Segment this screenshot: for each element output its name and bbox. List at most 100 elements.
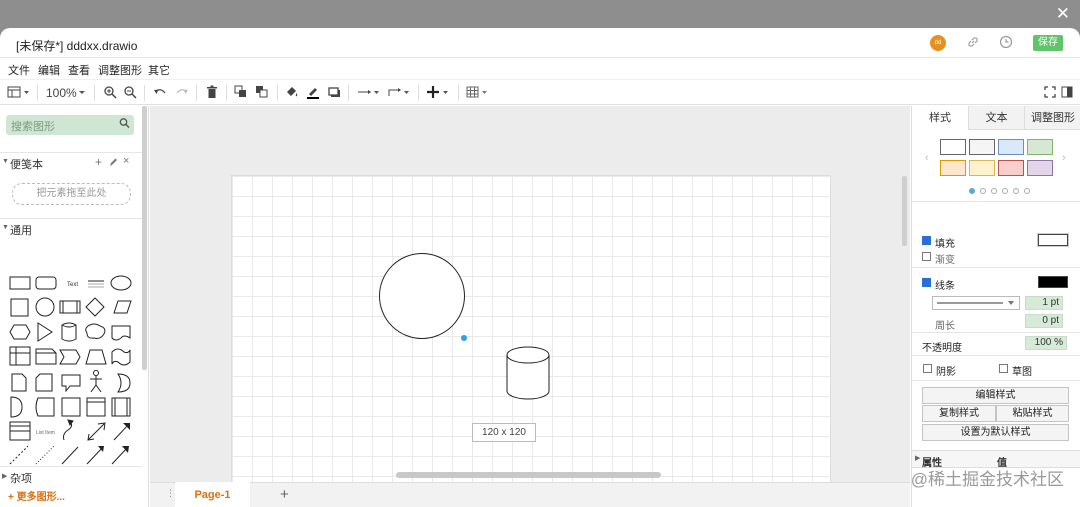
gradient-checkbox[interactable] (922, 252, 931, 261)
line-checkbox[interactable] (922, 278, 931, 287)
set-default-style-button[interactable]: 设置为默认样式 (922, 424, 1069, 441)
redo-icon[interactable] (174, 85, 190, 101)
swatch-page-dot[interactable] (991, 188, 997, 194)
canvas-area[interactable]: 120 x 120 (150, 106, 910, 507)
fill-color-swatch[interactable] (1037, 233, 1069, 247)
general-header[interactable]: ▼ 通用 (0, 218, 142, 238)
edit-pencil-icon[interactable] (109, 157, 118, 170)
opacity-input[interactable]: 100 % (1025, 336, 1067, 350)
more-shapes-link[interactable]: + 更多图形... (8, 488, 65, 503)
misc-header[interactable]: ▶ 杂项 (0, 466, 142, 486)
close-icon[interactable]: ✕ (1056, 4, 1070, 24)
connection-icon[interactable] (356, 85, 382, 101)
shadow-label: 阴影 (936, 367, 956, 378)
to-back-icon[interactable] (254, 85, 270, 101)
edit-style-button[interactable]: 编辑样式 (922, 387, 1069, 404)
style-swatch[interactable] (998, 139, 1024, 155)
prev-swatches-icon[interactable]: ‹ (925, 152, 929, 164)
sidebar-scrollbar[interactable] (142, 106, 147, 370)
swatch-page-dot[interactable] (1024, 188, 1030, 194)
fill-color-icon[interactable] (284, 85, 300, 101)
sketch-label: 草图 (1012, 367, 1032, 378)
undo-icon[interactable] (152, 85, 168, 101)
sketch-checkbox[interactable] (999, 364, 1008, 373)
zoom-level[interactable]: 100% (46, 85, 77, 101)
close-scratchpad-icon[interactable]: × (123, 155, 129, 167)
canvas-horizontal-scrollbar[interactable] (396, 472, 661, 478)
search-placeholder: 搜索图形 (11, 121, 55, 133)
line-label: 线条 (935, 281, 955, 292)
style-swatch[interactable] (1027, 160, 1053, 176)
diagram-page[interactable]: 120 x 120 (231, 175, 831, 507)
toolbar: 100% (0, 79, 1080, 105)
shadow-icon[interactable] (326, 85, 342, 101)
to-front-icon[interactable] (233, 85, 249, 101)
line-width-input[interactable]: 1 pt (1025, 296, 1063, 310)
scratchpad-title: 便笺本 (10, 159, 43, 171)
caret-down-icon: ▼ (2, 224, 9, 231)
scratchpad-dropzone[interactable]: 把元素拖至此处 (12, 183, 131, 205)
pages-menu-icon[interactable]: ⋮ (166, 488, 175, 499)
menu-arrange[interactable]: 调整图形 (98, 62, 142, 78)
canvas-vertical-scrollbar[interactable] (902, 176, 907, 246)
page-tab[interactable]: Page-1 (175, 482, 250, 507)
svg-text:List Item: List Item (36, 430, 55, 436)
table-icon[interactable] (465, 85, 491, 101)
shape-search-input[interactable]: 搜索图形 (6, 115, 134, 135)
app-window: [未保存*] dddxx.drawio dd 保存 文件 编辑 查看 调整图形 … (0, 28, 1080, 507)
style-swatch[interactable] (1027, 139, 1053, 155)
style-swatch[interactable] (969, 139, 995, 155)
scratchpad-header[interactable]: ▼ 便笺本 + × (0, 152, 142, 172)
link-icon[interactable] (965, 35, 981, 51)
line-color-icon[interactable] (305, 85, 321, 101)
add-icon[interactable]: + (95, 155, 102, 169)
resize-handle[interactable] (461, 335, 467, 341)
fullscreen-icon[interactable] (1043, 85, 1057, 101)
menu-file[interactable]: 文件 (8, 62, 30, 78)
page-tabs-bar: ⋮ Page-1 + (150, 482, 910, 507)
tab-text[interactable]: 文本 (968, 106, 1024, 130)
add-page-icon[interactable]: + (280, 486, 289, 503)
avatar[interactable]: dd (930, 35, 946, 51)
swatch-page-dot[interactable] (1013, 188, 1019, 194)
style-swatch[interactable] (940, 160, 966, 176)
zoom-in-icon[interactable] (102, 85, 118, 101)
menu-extras[interactable]: 其它 (148, 62, 170, 78)
swatch-page-dot[interactable] (969, 188, 975, 194)
swatch-page-dot[interactable] (1002, 188, 1008, 194)
watermark: @稀土掘金技术社区 (910, 470, 1064, 489)
style-swatch[interactable] (998, 160, 1024, 176)
cylinder-shape[interactable] (506, 346, 550, 400)
save-button[interactable]: 保存 (1033, 35, 1063, 51)
insert-icon[interactable] (425, 85, 451, 101)
top-strip: ✕ (0, 0, 1080, 30)
next-swatches-icon[interactable]: › (1062, 152, 1066, 164)
perimeter-input[interactable]: 0 pt (1025, 314, 1063, 328)
format-panel: 样式 文本 调整图形 ‹ › 填充 渐变 线条 1 pt 周长 0 pt 不透明… (911, 106, 1080, 507)
zoom-out-icon[interactable] (122, 85, 138, 101)
line-pattern-select[interactable] (932, 296, 1020, 310)
history-icon[interactable] (998, 35, 1014, 51)
menu-view[interactable]: 查看 (68, 62, 90, 78)
search-icon[interactable] (119, 117, 130, 133)
circle-shape[interactable] (379, 253, 465, 339)
tab-arrange[interactable]: 调整图形 (1024, 106, 1080, 130)
waypoints-icon[interactable] (386, 85, 412, 101)
paste-style-button[interactable]: 粘贴样式 (996, 405, 1069, 422)
toggle-format-panel-icon[interactable] (1060, 85, 1074, 101)
menu-edit[interactable]: 编辑 (38, 62, 60, 78)
tab-style[interactable]: 样式 (912, 106, 968, 130)
shadow-checkbox[interactable] (923, 364, 932, 373)
swatch-page-dot[interactable] (980, 188, 986, 194)
line-color-swatch[interactable] (1038, 276, 1068, 288)
gradient-label: 渐变 (935, 255, 955, 266)
file-title: [未保存*] dddxx.drawio (16, 39, 138, 53)
style-swatch[interactable] (969, 160, 995, 176)
zoom-dropdown-icon[interactable] (77, 85, 87, 101)
copy-style-button[interactable]: 复制样式 (922, 405, 996, 422)
delete-icon[interactable] (204, 85, 220, 101)
format-panel-icon[interactable] (6, 85, 32, 101)
svg-text:Text: Text (67, 282, 78, 288)
style-swatch[interactable] (940, 139, 966, 155)
fill-checkbox[interactable] (922, 236, 931, 245)
